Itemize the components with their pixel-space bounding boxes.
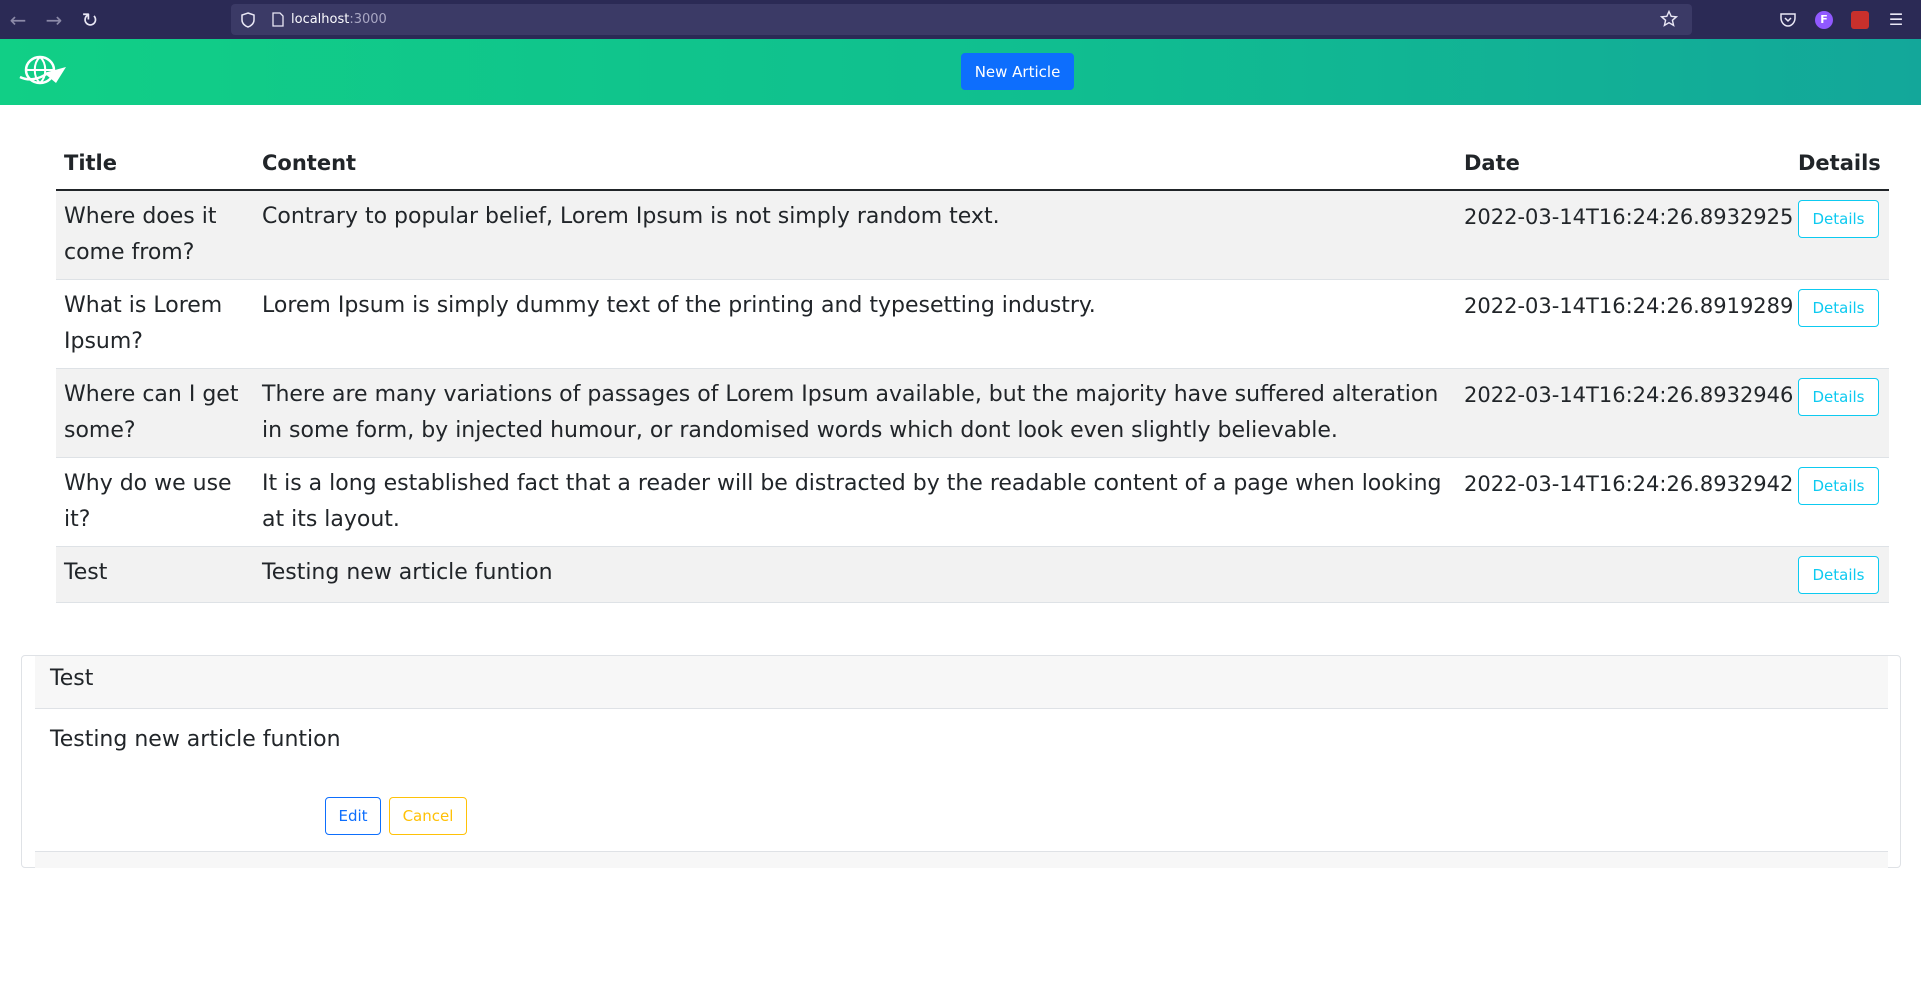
article-title: Where does it come from? — [56, 190, 254, 280]
forward-icon[interactable]: → — [36, 0, 72, 39]
article-date — [1456, 546, 1790, 603]
url-text: localhost:3000 — [291, 12, 387, 27]
article-title: Why do we use it? — [56, 457, 254, 547]
address-bar[interactable]: localhost:3000 — [231, 4, 1692, 35]
details-button[interactable]: Details — [1798, 467, 1879, 505]
article-detail-card: Test Testing new article funtion Edit Ca… — [21, 655, 1901, 868]
cancel-button[interactable]: Cancel — [389, 797, 467, 835]
article-content: Lorem Ipsum is simply dummy text of the … — [254, 279, 1456, 369]
new-article-button[interactable]: New Article — [961, 53, 1074, 90]
extension-icon[interactable] — [1849, 9, 1871, 31]
detail-actions: Edit Cancel — [325, 797, 467, 835]
article-title: What is Lorem Ipsum? — [56, 279, 254, 369]
articles-table: Title Content Date Details Where does it… — [56, 137, 1889, 603]
page-icon — [265, 12, 291, 27]
browser-toolbar: ← → ↻ localhost:3000 F ☰ — [0, 0, 1921, 39]
table-header-row: Title Content Date Details — [56, 137, 1889, 191]
column-header-details: Details — [1790, 137, 1889, 191]
bookmark-star-icon[interactable] — [1659, 9, 1679, 32]
article-title: Where can I get some? — [56, 368, 254, 458]
article-content: Testing new article funtion — [254, 546, 1456, 603]
article-date: 2022-03-14T16:24:26.8932925 — [1456, 190, 1793, 280]
article-date: 2022-03-14T16:24:26.8932942 — [1456, 457, 1793, 547]
back-icon[interactable]: ← — [0, 0, 36, 39]
app-header: New Article — [0, 39, 1921, 105]
article-content: There are many variations of passages of… — [254, 368, 1456, 458]
table-row: Test Testing new article funtion Details — [56, 546, 1889, 603]
table-row: Where does it come from? Contrary to pop… — [56, 190, 1889, 280]
detail-content: Testing new article funtion — [50, 727, 341, 752]
article-title: Test — [56, 546, 254, 603]
globe-logo-icon[interactable] — [18, 53, 68, 87]
article-content: It is a long established fact that a rea… — [254, 457, 1456, 547]
table-row: Why do we use it? It is a long establish… — [56, 457, 1889, 547]
column-header-title: Title — [56, 137, 254, 191]
shield-icon[interactable] — [231, 11, 265, 28]
menu-icon[interactable]: ☰ — [1885, 9, 1907, 31]
edit-button[interactable]: Edit — [325, 797, 381, 835]
article-date: 2022-03-14T16:24:26.8932946 — [1456, 368, 1793, 458]
column-header-content: Content — [254, 137, 1456, 191]
card-footer — [35, 851, 1888, 868]
article-date: 2022-03-14T16:24:26.8919289 — [1456, 279, 1793, 369]
article-content: Contrary to popular belief, Lorem Ipsum … — [254, 190, 1456, 280]
details-button[interactable]: Details — [1798, 378, 1879, 416]
pocket-icon[interactable] — [1777, 9, 1799, 31]
details-button[interactable]: Details — [1798, 200, 1879, 238]
details-button[interactable]: Details — [1798, 289, 1879, 327]
table-row: Where can I get some? There are many var… — [56, 368, 1889, 458]
reload-icon[interactable]: ↻ — [72, 0, 108, 39]
table-row: What is Lorem Ipsum? Lorem Ipsum is simp… — [56, 279, 1889, 369]
account-avatar-icon[interactable]: F — [1813, 9, 1835, 31]
column-header-date: Date — [1456, 137, 1790, 191]
details-button[interactable]: Details — [1798, 556, 1879, 594]
detail-title: Test — [35, 656, 1888, 709]
